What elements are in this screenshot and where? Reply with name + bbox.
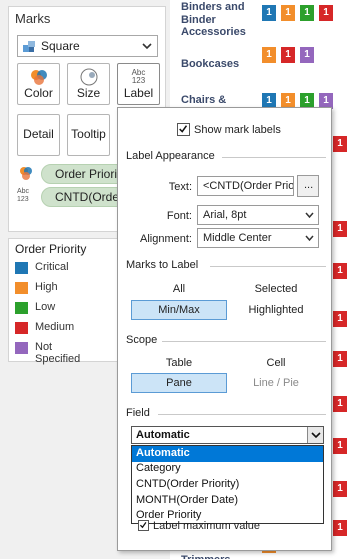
chevron-down-icon [142, 43, 152, 50]
data-mark[interactable]: 1 [333, 311, 347, 327]
label-max-label: Label maximum value [153, 520, 260, 532]
field-option-month-order-date[interactable]: MONTH(Order Date) [132, 493, 323, 509]
field-value: Automatic [136, 429, 190, 441]
legend-swatch [15, 262, 28, 274]
data-mark[interactable]: 1 [281, 47, 295, 63]
divider [222, 157, 326, 158]
check-icon [179, 125, 188, 133]
abc-123-icon: Abc 123 [17, 188, 30, 203]
divider [158, 414, 326, 415]
legend-label: Medium [35, 321, 75, 333]
legend-swatch [15, 342, 28, 354]
alignment-dropdown[interactable]: Middle Center [197, 228, 319, 248]
size-button[interactable]: Size [67, 63, 110, 105]
text-label: Text: [168, 181, 192, 193]
chevron-down-icon [311, 432, 321, 439]
color-button-label: Color [24, 86, 53, 100]
mark-type-label: Square [41, 39, 80, 53]
divider [210, 266, 326, 267]
legend-title: Order Priority [15, 242, 87, 256]
data-mark[interactable]: 1 [333, 438, 347, 454]
color-icon [20, 167, 32, 180]
row-label-chairs: Chairs & [181, 94, 227, 106]
marks-to-label-title: Marks to Label [126, 259, 199, 271]
label-popup: Show mark labels Label Appearance Text: … [117, 107, 332, 551]
data-mark[interactable]: 1 [333, 481, 347, 497]
legend-swatch [15, 302, 28, 314]
scope-pane-option[interactable]: Pane [131, 373, 227, 393]
label-appearance-title: Label Appearance [126, 150, 215, 162]
data-mark[interactable]: 1 [333, 351, 347, 367]
tooltip-button-label: Tooltip [71, 127, 106, 141]
size-button-label: Size [76, 86, 101, 100]
label-text-field[interactable]: <CNTD(Order Prior [197, 176, 294, 196]
show-labels-label: Show mark labels [194, 124, 281, 136]
field-dropdown[interactable]: Automatic [131, 426, 324, 444]
scope-cell-option[interactable]: Cell [230, 357, 322, 369]
data-mark[interactable]: 1 [333, 136, 347, 152]
data-mark[interactable]: 1 [333, 263, 347, 279]
data-mark[interactable]: 1 [319, 5, 333, 21]
legend-swatch [15, 322, 28, 334]
marks-selected-option[interactable]: Selected [230, 283, 322, 295]
row-label-bookcases: Bookcases [181, 58, 240, 70]
dropdown-button[interactable] [307, 427, 323, 443]
font-label: Font: [166, 210, 192, 222]
data-mark[interactable]: 1 [333, 396, 347, 412]
data-mark[interactable]: 1 [333, 520, 347, 536]
data-mark[interactable]: 1 [300, 5, 314, 21]
data-mark[interactable]: 1 [333, 221, 347, 237]
detail-button[interactable]: Detail [17, 114, 60, 156]
chevron-down-icon [305, 235, 314, 242]
label-button[interactable]: Abc 123 Label [117, 63, 160, 105]
mark-type-dropdown[interactable]: Square [17, 35, 158, 57]
square-mark-icon [23, 41, 35, 52]
tooltip-button[interactable]: Tooltip [67, 114, 110, 156]
color-icon [31, 70, 47, 85]
legend-label: Not Specified [35, 341, 81, 365]
label-max-checkbox[interactable] [138, 520, 149, 531]
marks-minmax-option[interactable]: Min/Max [131, 300, 227, 320]
size-icon [80, 68, 98, 86]
data-mark[interactable]: 1 [262, 5, 276, 21]
alignment-value: Middle Center [203, 232, 272, 244]
marks-all-option[interactable]: All [131, 283, 227, 295]
legend-label: Low [35, 301, 56, 313]
font-value: Arial, 8pt [203, 209, 247, 221]
marks-title: Marks [15, 11, 51, 26]
color-button[interactable]: Color [17, 63, 60, 105]
detail-button-label: Detail [23, 127, 54, 141]
show-labels-checkbox[interactable] [177, 123, 190, 136]
scope-table-option[interactable]: Table [131, 357, 227, 369]
legend-label: High [35, 281, 58, 293]
font-dropdown[interactable]: Arial, 8pt [197, 205, 319, 225]
check-icon [139, 522, 147, 529]
field-title: Field [126, 407, 150, 419]
alignment-label: Alignment: [140, 233, 192, 245]
legend-swatch [15, 282, 28, 294]
scope-line-pie-option: Line / Pie [253, 377, 299, 389]
data-mark[interactable]: 1 [262, 47, 276, 63]
chevron-down-icon [305, 212, 314, 219]
label-button-label: Label [123, 86, 154, 100]
field-option-automatic[interactable]: Automatic [132, 446, 323, 462]
scope-title: Scope [126, 334, 158, 346]
edit-text-button[interactable]: ... [297, 175, 319, 197]
legend-label: Critical [35, 261, 69, 273]
marks-highlighted-option[interactable]: Highlighted [230, 304, 322, 316]
row-label-binders: Binders and Binder Accessories [181, 1, 246, 38]
data-mark[interactable]: 1 [300, 47, 314, 63]
field-dropdown-list: Automatic Category CNTD(Order Priority) … [131, 445, 324, 524]
data-mark[interactable]: 1 [281, 5, 295, 21]
divider [162, 341, 326, 342]
field-option-cntd-order-priority[interactable]: CNTD(Order Priority) [132, 477, 323, 493]
field-option-category[interactable]: Category [132, 461, 323, 477]
